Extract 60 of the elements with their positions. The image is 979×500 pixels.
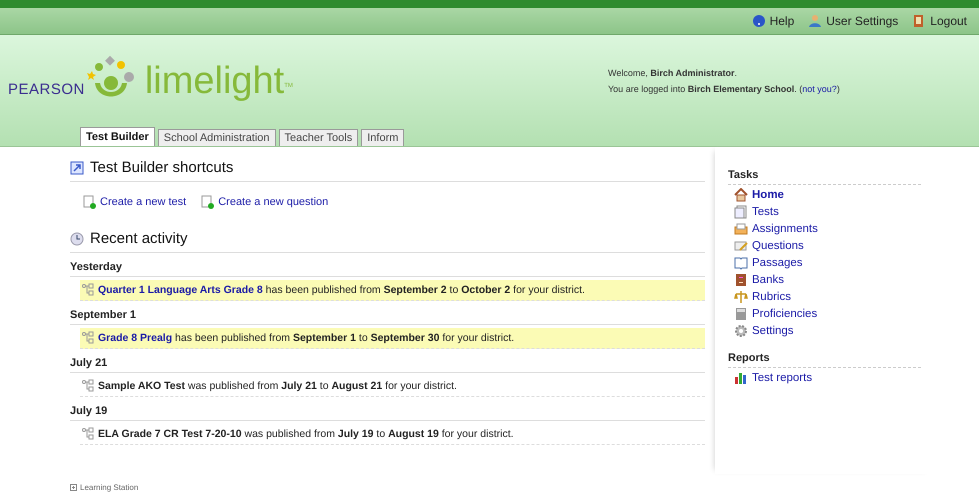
section-title: Test Builder shortcuts [90,159,234,176]
task-link[interactable]: Home [734,188,933,202]
task-link[interactable]: Passages [734,256,933,270]
activity-text: ELA Grade 7 CR Test 7-20-10 was published from July 19 to August 19 for your district. [98,428,514,440]
clock-icon [70,232,84,246]
tree-icon [81,379,95,393]
tree-icon [81,283,95,297]
house-icon [734,188,748,202]
tab[interactable]: Inform [361,129,404,146]
calculator-icon [734,307,748,321]
test-link[interactable]: Quarter 1 Language Arts Grade 8 [98,284,263,296]
tree-icon [81,427,95,441]
new-form-icon [200,195,214,209]
top-link[interactable]: Logout [912,14,967,28]
reports-heading: Reports [728,352,921,368]
document-icon [734,205,748,219]
plus-box-icon [70,484,77,490]
cabinet-icon [734,273,748,287]
scale-icon [734,290,748,304]
not-you-link[interactable]: not you? [802,84,837,94]
task-link[interactable]: Settings [734,324,933,338]
top-link[interactable]: User Settings [808,14,898,28]
login-text: You are logged into Birch Elementary School. (not you?) [608,84,840,94]
activity-text: Quarter 1 Language Arts Grade 8 has been published from September 2 to October 2 for your district. [98,284,585,296]
section-title: Recent activity [90,230,188,247]
date-heading: September 1 [70,301,705,325]
tree-icon [81,331,95,345]
book-icon [734,256,748,270]
gear-icon [734,324,748,338]
task-link[interactable]: Questions [734,239,933,253]
task-link[interactable]: Rubrics [734,290,933,304]
task-link[interactable]: Proficiencies [734,307,933,321]
new-document-icon [82,195,96,209]
activity-text: Grade 8 Prealg has been published from September 1 to September 30 for your district. [98,332,514,344]
top-link[interactable]: Help [752,14,794,28]
tray-icon [734,222,748,236]
task-link[interactable]: Banks [734,273,933,287]
report-link[interactable]: Test reports [734,371,933,385]
test-link[interactable]: Grade 8 Prealg [98,332,172,344]
product-name: limelight [144,60,284,102]
tab[interactable]: Teacher Tools [278,129,358,146]
date-heading: July 21 [70,349,705,373]
shortcut-arrow-icon [70,160,84,174]
date-heading: Yesterday [70,253,705,277]
date-heading: July 19 [70,397,705,421]
tab[interactable]: Test Builder [80,127,155,146]
shortcut-link[interactable]: Create a new test [82,190,186,214]
task-link[interactable]: Assignments [734,222,933,236]
activity-text: Sample AKO Test was published from July 21 to August 21 for your district. [98,380,457,392]
bar-chart-icon [734,371,748,385]
tab[interactable]: School Administration [158,129,276,146]
tasks-heading: Tasks [728,169,921,185]
welcome-text: Welcome, Birch Administrator. [608,68,738,78]
user-icon [808,14,822,28]
task-link[interactable]: Tests [734,205,933,219]
footer-text: Learning Station [80,482,138,492]
help-icon [752,14,766,28]
brand-name: PEARSON [8,81,85,98]
shortcut-link[interactable]: Create a new question [200,190,328,214]
pencil-note-icon [734,239,748,253]
